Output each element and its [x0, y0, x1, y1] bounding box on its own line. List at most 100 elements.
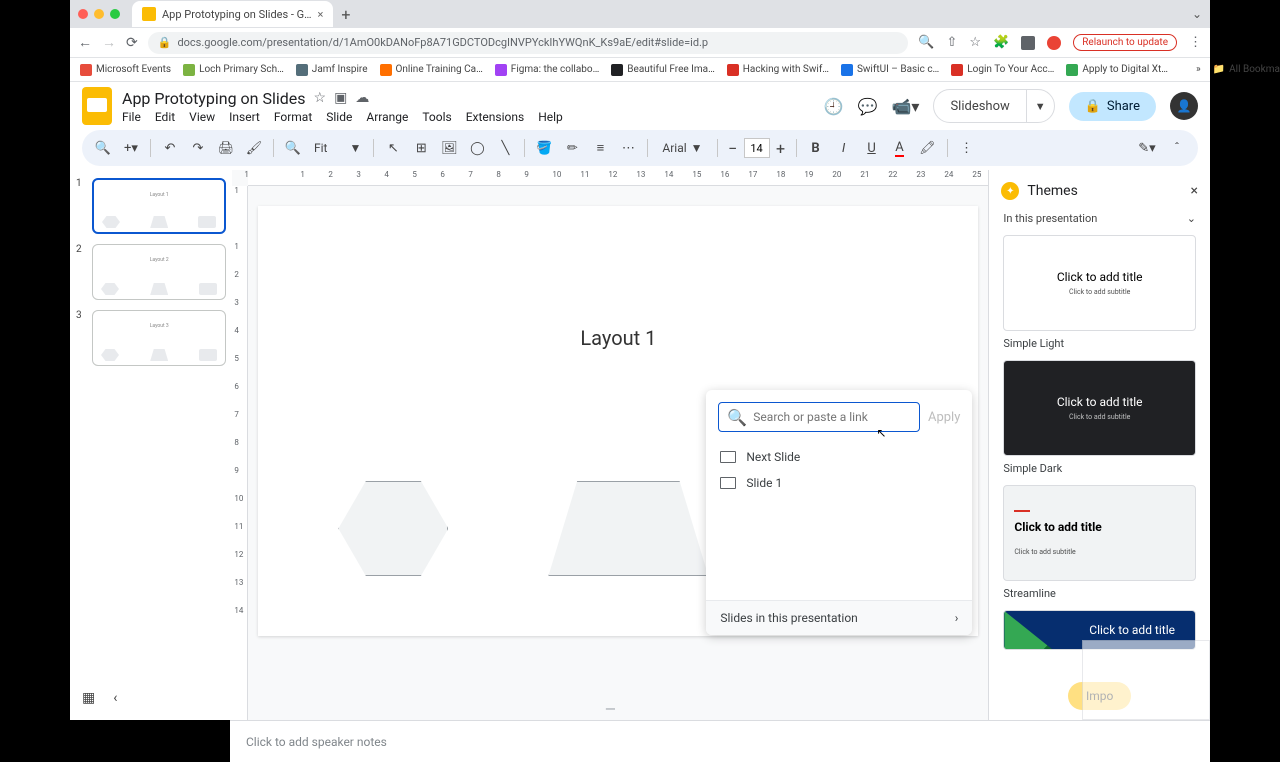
zoom-icon[interactable]: 🔍	[280, 135, 306, 161]
slide-thumbnail-3[interactable]: Layout 3	[92, 310, 226, 366]
border-weight-button[interactable]: ≡	[587, 135, 613, 161]
bookmark-item[interactable]: Hacking with Swif…	[727, 64, 829, 76]
menu-file[interactable]: File	[122, 110, 141, 124]
menu-extensions[interactable]: Extensions	[466, 110, 524, 124]
comments-icon[interactable]: 💬	[858, 97, 878, 116]
move-folder-icon[interactable]: ▣	[334, 90, 347, 106]
reload-button[interactable]: ⟳	[126, 35, 138, 51]
collapse-filmstrip-icon[interactable]: ‹	[113, 690, 117, 706]
bold-button[interactable]: B	[803, 135, 829, 161]
theme-card-streamline[interactable]: Click to add title Click to add subtitle	[1003, 485, 1196, 581]
forward-button[interactable]: →	[102, 34, 116, 51]
textbox-tool[interactable]: ⊞	[408, 135, 434, 161]
paint-format-button[interactable]: 🖌	[241, 135, 267, 161]
slide-thumbnail-2[interactable]: Layout 2	[92, 244, 226, 300]
bookmark-item[interactable]: Microsoft Events	[80, 64, 171, 76]
extension-1-icon[interactable]	[1021, 36, 1035, 50]
select-tool[interactable]: ↖	[380, 135, 406, 161]
bookmarks-overflow[interactable]: »	[1196, 64, 1201, 75]
close-window-icon[interactable]	[78, 9, 88, 19]
line-tool[interactable]: ╲	[492, 135, 518, 161]
relaunch-button[interactable]: Relaunch to update	[1073, 34, 1177, 51]
theme-card-simple-light[interactable]: Click to add title Click to add subtitle	[1003, 235, 1196, 331]
extension-2-icon[interactable]	[1047, 36, 1061, 50]
undo-button[interactable]: ↶	[157, 135, 183, 161]
all-bookmarks[interactable]: 📁All Bookmarks	[1213, 64, 1280, 75]
slideshow-button[interactable]: Slideshow	[934, 90, 1026, 122]
notes-resize-handle[interactable]: ―	[232, 702, 988, 720]
image-tool[interactable]: 🖼	[436, 135, 462, 161]
decrease-font-size[interactable]: −	[724, 139, 742, 158]
shape-tool[interactable]: ◯	[464, 135, 490, 161]
bookmark-item[interactable]: Apply to Digital Xt…	[1066, 64, 1168, 76]
font-size-input[interactable]	[744, 138, 770, 158]
bookmark-item[interactable]: Online Training Ca…	[380, 64, 483, 76]
menu-insert[interactable]: Insert	[229, 110, 260, 124]
new-tab-button[interactable]: +	[341, 5, 350, 24]
font-select[interactable]: Arial▼	[654, 141, 710, 155]
underline-button[interactable]: U	[859, 135, 885, 161]
minimize-window-icon[interactable]	[94, 9, 104, 19]
meet-icon[interactable]: 📹▾	[892, 97, 920, 116]
bookmark-star-icon[interactable]: ☆	[969, 35, 981, 50]
close-themes-icon[interactable]: ×	[1191, 183, 1198, 199]
menu-view[interactable]: View	[189, 110, 215, 124]
slides-in-presentation-item[interactable]: Slides in this presentation ›	[706, 600, 972, 635]
bookmark-item[interactable]: SwiftUI – Basic c…	[841, 64, 939, 76]
bookmark-item[interactable]: Jamf Inspire	[296, 64, 368, 76]
link-item-slide-1[interactable]: Slide 1	[706, 470, 972, 496]
account-avatar[interactable]: 👤	[1170, 92, 1198, 120]
tab-close-icon[interactable]: ×	[318, 8, 324, 21]
link-item-next-slide[interactable]: Next Slide	[706, 444, 972, 470]
grid-view-icon[interactable]: ▦	[82, 690, 95, 706]
menu-slide[interactable]: Slide	[326, 110, 352, 124]
cloud-status-icon[interactable]: ☁	[355, 90, 369, 106]
star-icon[interactable]: ☆	[314, 90, 327, 106]
bookmark-item[interactable]: Figma: the collabo…	[495, 64, 600, 76]
highlight-button[interactable]: 🖍	[915, 135, 941, 161]
border-dash-button[interactable]: ⋯	[615, 135, 641, 161]
slides-logo-icon[interactable]	[82, 87, 112, 125]
share-button[interactable]: 🔒 Share	[1069, 92, 1156, 121]
slideshow-dropdown[interactable]: ▼	[1027, 100, 1054, 113]
menu-tools[interactable]: Tools	[422, 110, 451, 124]
text-color-button[interactable]: A	[887, 135, 913, 161]
apply-link-button[interactable]: Apply	[928, 410, 960, 425]
editing-mode-icon[interactable]: ✎▾	[1134, 135, 1160, 161]
menu-arrange[interactable]: Arrange	[366, 110, 408, 124]
share-page-icon[interactable]: ⇧	[947, 35, 958, 50]
history-icon[interactable]: 🕘	[824, 97, 844, 116]
bookmark-item[interactable]: Beautiful Free Ima…	[611, 64, 715, 76]
zoom-status-icon[interactable]: 🔍	[918, 35, 934, 50]
speaker-notes[interactable]: Click to add speaker notes	[230, 720, 1210, 762]
slide-title-text[interactable]: Layout 1	[258, 326, 978, 350]
hide-menus-icon[interactable]: ˆ	[1164, 135, 1190, 161]
fill-color-button[interactable]: 🪣	[531, 135, 557, 161]
document-title[interactable]: App Prototyping on Slides	[122, 89, 306, 108]
italic-button[interactable]: I	[831, 135, 857, 161]
maximize-window-icon[interactable]	[110, 9, 120, 19]
new-slide-button[interactable]: +▾	[118, 135, 144, 161]
trapezoid-shape[interactable]	[548, 481, 708, 576]
print-button[interactable]: 🖨	[213, 135, 239, 161]
link-search-input[interactable]: 🔍	[718, 402, 920, 432]
increase-font-size[interactable]: +	[772, 139, 790, 158]
back-button[interactable]: ←	[78, 34, 92, 51]
hexagon-shape[interactable]	[338, 481, 448, 576]
theme-card-simple-dark[interactable]: Click to add title Click to add subtitle	[1003, 360, 1196, 456]
border-color-button[interactable]: ✏	[559, 135, 585, 161]
zoom-select[interactable]: Fit ▼	[308, 141, 367, 155]
browser-menu-icon[interactable]: ⋮	[1189, 35, 1202, 50]
slide-thumbnail-1[interactable]: Layout 1	[92, 178, 226, 234]
search-menus-icon[interactable]: 🔍	[90, 135, 116, 161]
menu-help[interactable]: Help	[538, 110, 563, 124]
bookmark-item[interactable]: Login To Your Acc…	[951, 64, 1054, 76]
more-toolbar-icon[interactable]: ⋮	[954, 135, 980, 161]
menu-format[interactable]: Format	[274, 110, 312, 124]
extensions-icon[interactable]: 🧩	[993, 35, 1009, 50]
url-input[interactable]: 🔒 docs.google.com/presentation/d/1AmO0kD…	[148, 32, 909, 54]
bookmark-item[interactable]: Loch Primary Sch…	[183, 64, 284, 76]
menu-edit[interactable]: Edit	[155, 110, 175, 124]
themes-section-header[interactable]: In this presentation ⌄	[989, 208, 1210, 235]
tabs-overflow-icon[interactable]: ⌄	[1192, 7, 1202, 21]
